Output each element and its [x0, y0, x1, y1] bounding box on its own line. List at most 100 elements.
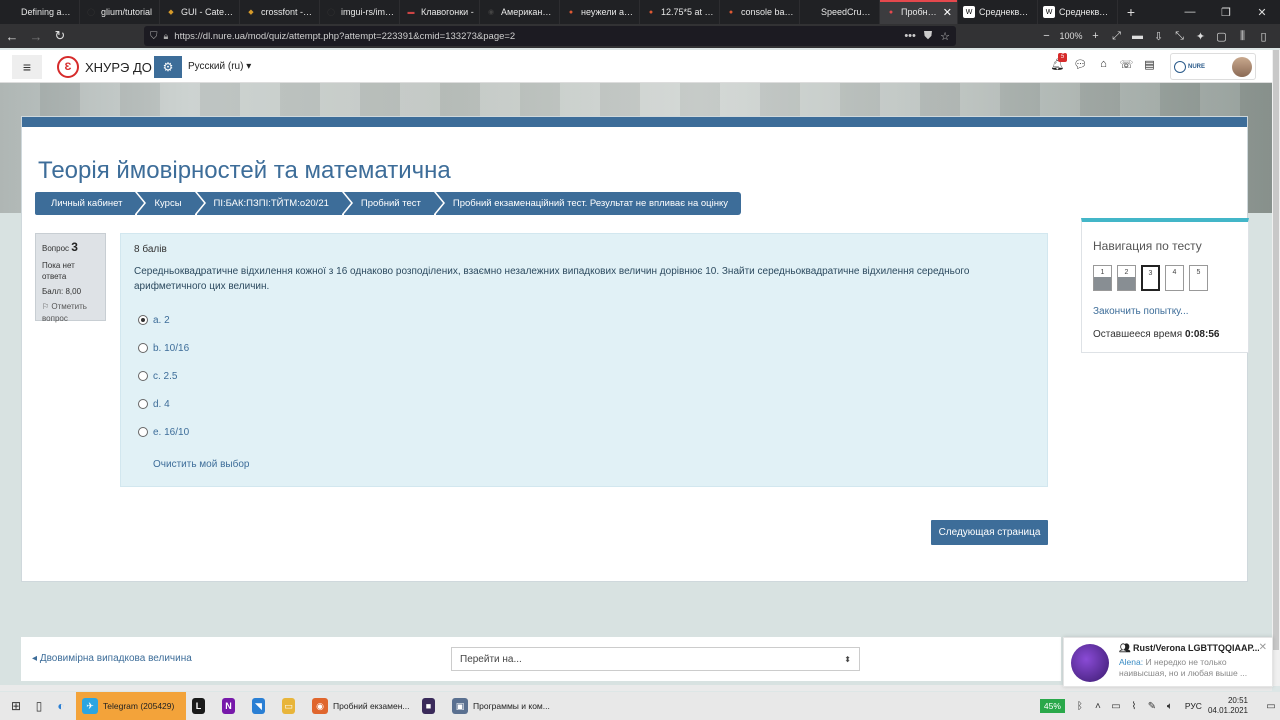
taskbar-app[interactable]: ✈ Telegram (205429)	[76, 692, 186, 720]
home-icon[interactable]: ⌂	[1096, 58, 1111, 71]
browser-tab[interactable]: W Среднеквадр	[958, 0, 1038, 24]
messages-icon[interactable]: 💬︎	[1073, 58, 1088, 71]
answer-option[interactable]: a. 2	[138, 306, 189, 334]
browser-tab[interactable]: ● 12.75*5 at Duc	[640, 0, 720, 24]
answer-radio[interactable]	[138, 315, 148, 325]
account-icon[interactable]: ☺	[1274, 30, 1280, 42]
sidebar-icon[interactable]: ▯	[1253, 30, 1274, 43]
download-icon[interactable]: ⇩	[1148, 30, 1169, 43]
windows-start-icon[interactable]: ⊞	[0, 692, 32, 720]
quiz-nav-button[interactable]: 3	[1141, 265, 1160, 291]
edge-browser-icon[interactable]: ◐	[46, 692, 76, 720]
taskbar-app[interactable]: ▣ Программы и ком...	[446, 692, 556, 720]
zoom-out-icon[interactable]: −	[1036, 30, 1057, 42]
notification-bell-icon[interactable]: 🔔︎ 5	[1050, 53, 1067, 71]
browser-tab[interactable]: SpeedCrunch	[800, 0, 880, 24]
book-icon[interactable]: ▤	[1142, 58, 1157, 71]
back-icon[interactable]: ←	[0, 24, 24, 48]
browser-tab[interactable]: ● console based	[720, 0, 800, 24]
clear-choice-link[interactable]: Очистить мой выбор	[153, 459, 249, 470]
flag-question-link[interactable]: ⚐ Отметить вопрос	[42, 301, 99, 323]
screenshot-icon[interactable]: ▬	[1127, 30, 1148, 42]
library-icon[interactable]: ⫼	[1232, 30, 1253, 43]
forward-icon[interactable]: →	[24, 24, 48, 48]
answer-option[interactable]: c. 2.5	[138, 362, 189, 390]
answer-radio[interactable]	[138, 427, 148, 437]
page-actions-icon[interactable]: •••	[904, 30, 916, 43]
volume-icon[interactable]: 🔈︎	[1161, 701, 1179, 712]
battery-icon[interactable]: ▭	[1107, 701, 1125, 712]
taskbar-app[interactable]: ■	[416, 692, 446, 720]
close-tab-icon[interactable]: ✕	[943, 6, 952, 19]
browser-tab[interactable]: ◯ imgui-rs/imgu	[320, 0, 400, 24]
resize-icon[interactable]: ⤡	[1169, 30, 1190, 43]
quiz-nav-button[interactable]: 1	[1093, 265, 1112, 291]
reload-icon[interactable]: ↻	[48, 24, 72, 48]
scrollbar-thumb[interactable]	[1273, 50, 1279, 650]
site-logo[interactable]: Ɛ ХНУРЭ ДО	[57, 56, 152, 78]
breadcrumb-item[interactable]: Пробний екзаменаційний тест. Результат н…	[435, 192, 741, 215]
user-menu[interactable]: NURE	[1170, 53, 1256, 80]
action-center-icon[interactable]: ▭	[1262, 701, 1280, 712]
extension-icon[interactable]: ✦	[1190, 30, 1211, 43]
browser-tab[interactable]: ▬ Клавогонки -	[400, 0, 480, 24]
answer-option[interactable]: d. 4	[138, 390, 189, 418]
browser-tab[interactable]: ● неужели at Du	[560, 0, 640, 24]
zoom-level[interactable]: 100%	[1057, 31, 1085, 41]
minimize-icon[interactable]: —	[1172, 0, 1208, 24]
url-bar[interactable]: ⛉ 🔒︎ https://dl.nure.ua/mod/quiz/attempt…	[144, 26, 956, 46]
restore-icon[interactable]: ❐	[1208, 0, 1244, 24]
breadcrumb-item[interactable]: ПІ:БАК:ПЗПІ:ТЙТМ:о20/21	[196, 192, 354, 215]
bookmark-star-icon[interactable]: ☆	[940, 30, 950, 43]
taskbar-app[interactable]: L	[186, 692, 216, 720]
language-menu[interactable]: Русский (ru) ▾	[188, 61, 251, 72]
taskbar-app[interactable]: ◥	[246, 692, 276, 720]
quiz-nav-button[interactable]: 2	[1117, 265, 1136, 291]
taskbar-app[interactable]: N	[216, 692, 246, 720]
close-notification-icon[interactable]: ✕	[1259, 642, 1267, 653]
taskbar-app[interactable]: ▭	[276, 692, 306, 720]
tray-arrow-icon[interactable]: ˄	[1089, 701, 1107, 712]
hamburger-menu-icon[interactable]: ≡	[12, 55, 42, 79]
bluetooth-icon[interactable]: ᛒ	[1071, 701, 1089, 712]
container-icon[interactable]: ▢	[1211, 30, 1232, 43]
browser-tab[interactable]: ● Пробний е✕	[880, 0, 958, 24]
telegram-notification[interactable]: 👥︎ Rust/Verona LGBTTQQIAAP... Alena: И н…	[1063, 637, 1273, 687]
battery-indicator[interactable]: 45%	[1039, 699, 1065, 713]
shield-icon[interactable]: ⛉	[150, 31, 158, 42]
browser-tab[interactable]: Defining an En	[0, 0, 80, 24]
browser-tab[interactable]: ◆ crossfont - cra	[240, 0, 320, 24]
breadcrumb-item[interactable]: Пробний тест	[343, 192, 445, 215]
breadcrumb-item[interactable]: Личный кабинет	[35, 192, 148, 215]
answer-radio[interactable]	[138, 371, 148, 381]
quiz-nav-button[interactable]: 4	[1165, 265, 1184, 291]
pen-icon[interactable]: ✎	[1143, 701, 1161, 712]
lock-icon[interactable]: 🔒︎	[164, 31, 169, 42]
task-view-icon[interactable]: ▯	[32, 692, 46, 720]
finish-attempt-link[interactable]: Закончить попытку...	[1093, 306, 1189, 317]
previous-activity-link[interactable]: ◂ Двовимірна випадкова величина	[32, 653, 192, 664]
phone-icon[interactable]: ☏	[1119, 58, 1134, 71]
page-scrollbar[interactable]	[1272, 50, 1280, 686]
next-page-button[interactable]: Следующая страница	[931, 520, 1048, 545]
answer-radio[interactable]	[138, 343, 148, 353]
input-language[interactable]: РУС	[1185, 701, 1202, 711]
browser-tab[interactable]: W Среднеквадр	[1038, 0, 1118, 24]
quiz-nav-button[interactable]: 5	[1189, 265, 1208, 291]
fullscreen-icon[interactable]: ⤢	[1106, 30, 1127, 43]
jump-to-select[interactable]: Перейти на... ⬍	[451, 647, 860, 671]
close-window-icon[interactable]: ✕	[1244, 0, 1280, 24]
browser-tab[interactable]: ◆ GUI - Categori	[160, 0, 240, 24]
new-tab-button[interactable]: +	[1118, 0, 1144, 24]
answer-radio[interactable]	[138, 399, 148, 409]
settings-cogs-icon[interactable]: ⚙	[154, 56, 182, 78]
answer-option[interactable]: e. 16/10	[138, 418, 189, 446]
zoom-in-icon[interactable]: +	[1085, 30, 1106, 42]
taskbar-app[interactable]: ◉ Пробний екзамен...	[306, 692, 416, 720]
answer-option[interactable]: b. 10/16	[138, 334, 189, 362]
browser-tab[interactable]: ◯ glium/tutorial	[80, 0, 160, 24]
browser-tab[interactable]: ◉ Американский	[480, 0, 560, 24]
network-icon[interactable]: ⌇	[1125, 701, 1143, 712]
system-clock[interactable]: 20:51 04.01.2021	[1208, 696, 1248, 715]
pocket-icon[interactable]: ⛊	[924, 30, 932, 43]
